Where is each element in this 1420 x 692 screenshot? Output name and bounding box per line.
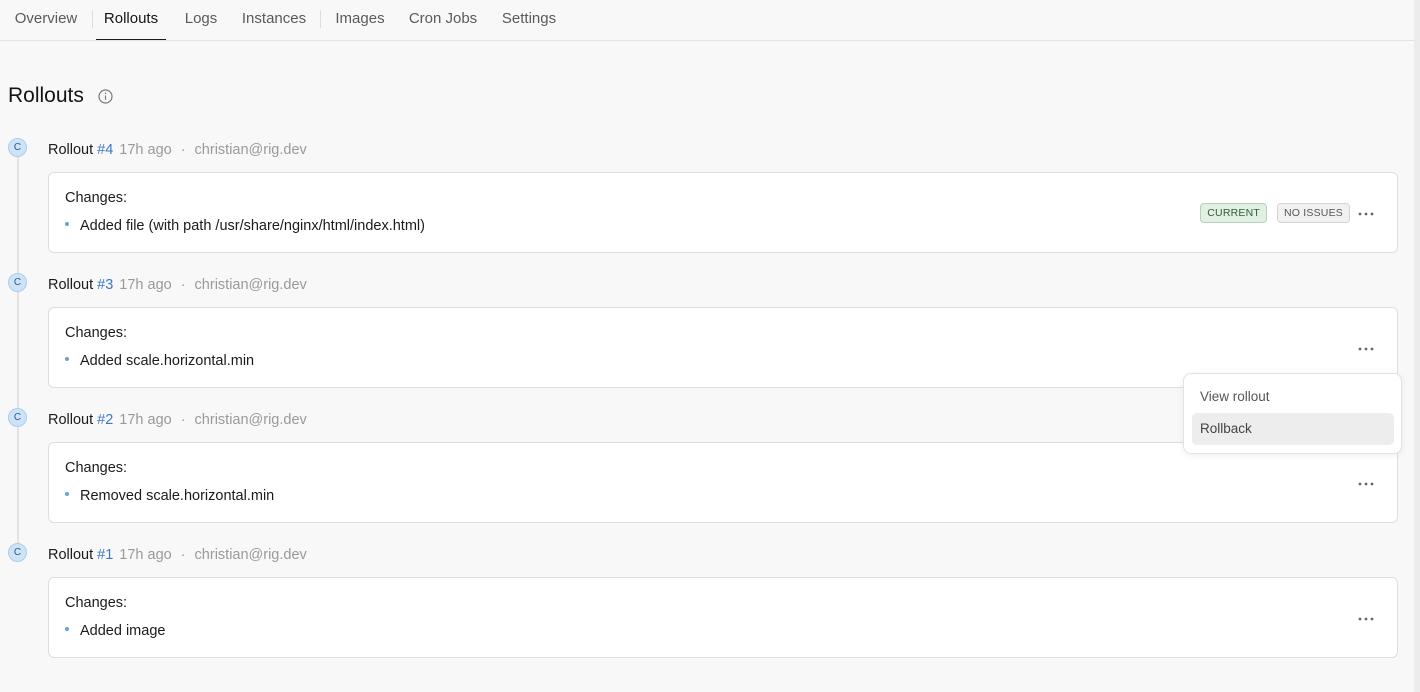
rollout-label: Rollout xyxy=(48,142,94,158)
status-badge-no-issues: NO ISSUES xyxy=(1277,203,1350,223)
rollout-label: Rollout xyxy=(48,547,94,563)
rollout-actions-menu: View rollout Rollback xyxy=(1183,373,1402,454)
tab-divider xyxy=(320,10,321,28)
change-item: Removed scale.horizontal.min xyxy=(65,488,274,504)
rollout-header: Rollout #4 17h ago · christian@rig.dev xyxy=(48,140,307,160)
rollout-age: 17h ago xyxy=(119,547,172,563)
rollout-author: christian@rig.dev xyxy=(194,277,307,293)
more-options-icon[interactable] xyxy=(1357,475,1375,493)
rollout-label: Rollout xyxy=(48,277,94,293)
avatar: C xyxy=(8,408,27,427)
separator-dot: · xyxy=(180,412,186,428)
separator-dot: · xyxy=(180,547,186,563)
tab-bar: Overview Rollouts Logs Instances Images … xyxy=(0,0,1414,41)
rollout-header: Rollout #3 17h ago · christian@rig.dev xyxy=(48,275,307,295)
changes-label: Changes: xyxy=(65,460,128,476)
rollout-label: Rollout xyxy=(48,412,94,428)
tab-cron-jobs[interactable]: Cron Jobs xyxy=(400,0,486,40)
scrollbar[interactable] xyxy=(1414,0,1420,692)
avatar: C xyxy=(8,138,27,157)
rollout-number-link[interactable]: #1 xyxy=(97,547,113,563)
tab-logs[interactable]: Logs xyxy=(176,0,226,40)
more-options-icon[interactable] xyxy=(1357,205,1375,223)
avatar: C xyxy=(8,543,27,562)
rollout-header: Rollout #2 17h ago · christian@rig.dev xyxy=(48,410,307,430)
menu-item-rollback[interactable]: Rollback xyxy=(1192,413,1394,445)
rollout-author: christian@rig.dev xyxy=(194,547,307,563)
change-item: Added file (with path /usr/share/nginx/h… xyxy=(65,218,425,234)
rollout-age: 17h ago xyxy=(119,142,172,158)
more-options-icon[interactable] xyxy=(1357,610,1375,628)
tab-instances[interactable]: Instances xyxy=(234,0,314,40)
avatar: C xyxy=(8,273,27,292)
rollout-author: christian@rig.dev xyxy=(194,142,307,158)
more-options-icon[interactable] xyxy=(1357,340,1375,358)
rollout-author: christian@rig.dev xyxy=(194,412,307,428)
tab-divider xyxy=(92,10,93,28)
page-title: Rollouts xyxy=(8,84,84,107)
bullet-icon xyxy=(65,492,69,497)
change-text: Removed scale.horizontal.min xyxy=(80,488,275,504)
rollout-age: 17h ago xyxy=(119,412,172,428)
timeline-line xyxy=(17,150,19,560)
rollout-card: Changes: Removed scale.horizontal.min xyxy=(48,442,1398,523)
bullet-icon xyxy=(65,222,69,227)
change-text: Added image xyxy=(80,623,166,639)
change-item: Added image xyxy=(65,623,165,639)
rollout-age: 17h ago xyxy=(119,277,172,293)
rollout-card: Changes: Added image xyxy=(48,577,1398,658)
rollout-header: Rollout #1 17h ago · christian@rig.dev xyxy=(48,545,307,565)
rollout-card: Changes: Added file (with path /usr/shar… xyxy=(48,172,1398,253)
rollout-number-link[interactable]: #3 xyxy=(97,277,113,293)
change-text: Added scale.horizontal.min xyxy=(80,353,255,369)
menu-item-view-rollout[interactable]: View rollout xyxy=(1192,381,1394,413)
changes-label: Changes: xyxy=(65,325,128,341)
status-badge-current: CURRENT xyxy=(1200,203,1267,223)
rollout-number-link[interactable]: #2 xyxy=(97,412,113,428)
changes-label: Changes: xyxy=(65,190,128,206)
separator-dot: · xyxy=(180,277,186,293)
changes-label: Changes: xyxy=(65,595,128,611)
rollout-number-link[interactable]: #4 xyxy=(97,142,113,158)
bullet-icon xyxy=(65,357,69,362)
change-text: Added file (with path /usr/share/nginx/h… xyxy=(80,218,425,234)
tab-images[interactable]: Images xyxy=(326,0,394,40)
separator-dot: · xyxy=(180,142,186,158)
tab-rollouts[interactable]: Rollouts xyxy=(96,0,166,40)
tab-overview[interactable]: Overview xyxy=(4,0,88,40)
bullet-icon xyxy=(65,627,69,632)
tab-settings[interactable]: Settings xyxy=(494,0,564,40)
change-item: Added scale.horizontal.min xyxy=(65,353,254,369)
info-icon[interactable] xyxy=(97,88,114,105)
